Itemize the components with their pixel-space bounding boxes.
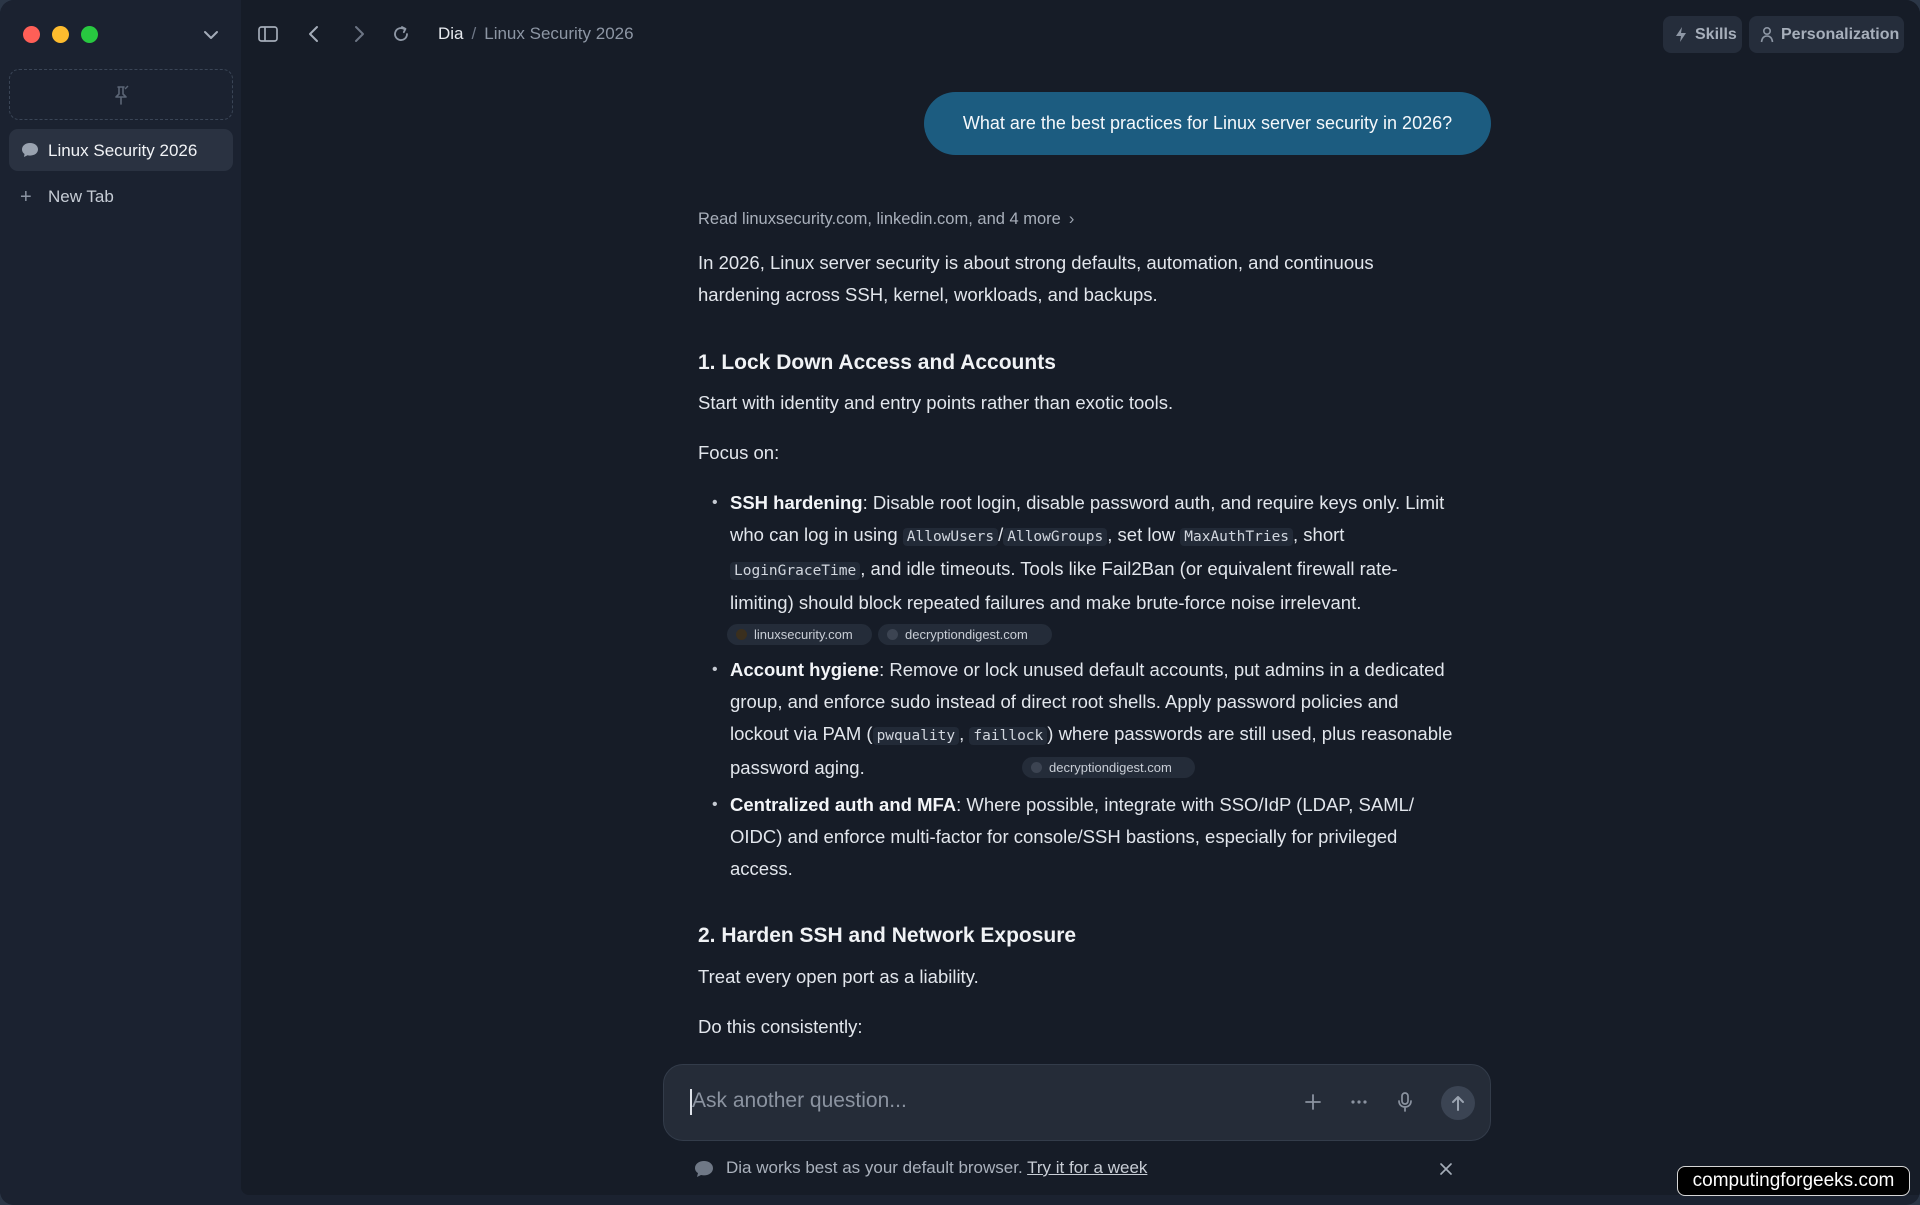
plus-icon[interactable] [1301,1090,1325,1119]
arrow-up-icon [1452,1096,1464,1111]
new-tab-label: New Tab [48,187,114,206]
inline-code: faillock [969,727,1048,745]
source-chip-label: decryptiondigest.com [1049,760,1172,775]
pinned-tabs-dropzone[interactable] [9,69,233,120]
sidebar-toggle-icon[interactable] [257,23,279,50]
answer-intro: In 2026, Linux server security is about … [698,247,1458,311]
user-message-bubble: What are the best practices for Linux se… [924,92,1491,155]
bullet-dot: • [712,661,718,678]
banner-text: Dia works best as your default browser. [726,1158,1023,1177]
item-title: SSH hardening [730,492,863,513]
section1-lead-text: Start with identity and entry points rat… [698,392,1174,413]
inline-code: AllowUsers [902,528,999,546]
section1-lead: Start with identity and entry points rat… [698,387,1458,419]
inline-code: LoginGraceTime [730,562,861,580]
person-icon [1760,26,1774,43]
section2-next: Do this consistently: [698,1011,1458,1043]
breadcrumb: Dia / Linux Security 2026 [438,24,634,44]
site-favicon-icon [1031,762,1042,773]
item-text: , [959,723,970,744]
ask-input-placeholder[interactable]: Ask another question... [692,1089,907,1113]
source-chip-label: linuxsecurity.com [754,627,853,642]
section2-lead: Treat every open port as a liability. [698,961,1458,993]
site-favicon-icon [736,629,747,640]
inline-code: AllowGroups [1003,528,1108,546]
pin-icon [115,85,129,105]
focus-text: Focus on: [698,442,780,463]
source-chip-label: decryptiondigest.com [905,627,1028,642]
personalization-button[interactable]: Personalization [1749,16,1904,53]
plus-icon: + [20,186,32,208]
chevron-right-icon: › [1068,210,1075,228]
sidebar-tab-linux-security[interactable]: Linux Security 2026 [9,129,233,171]
ask-input-box[interactable]: Ask another question... [663,1064,1491,1141]
source-chip-decryptiondigest[interactable]: decryptiondigest.com [878,624,1052,645]
sidebar: Linux Security 2026 + New Tab [0,0,241,1205]
lightning-icon [1676,27,1686,42]
bullet-dot: • [712,494,718,511]
breadcrumb-separator: / [471,24,477,43]
inline-code: pwquality [872,727,960,745]
breadcrumb-app[interactable]: Dia [438,24,464,43]
item-title: Centralized auth and MFA [730,794,957,815]
browser-window: Linux Security 2026 + New Tab Dia / Linux … [0,0,1920,1205]
list-item-ssh-hardening: SSH hardening: Disable root login, disab… [730,487,1460,619]
source-chip-linuxsecurity[interactable]: linuxsecurity.com [727,624,872,645]
item-title: Account hygiene [730,659,880,680]
forward-arrow-icon[interactable] [348,23,370,50]
reload-icon[interactable] [390,23,412,50]
try-it-link[interactable]: Try it for a week [1027,1158,1147,1177]
chat-bubble-icon [21,142,39,163]
list-item-centralized-auth: Centralized auth and MFA: Where possible… [730,789,1460,885]
close-icon[interactable] [1437,1160,1455,1183]
sources-summary[interactable]: Read linuxsecurity.com, linkedin.com, an… [698,210,1074,229]
send-button[interactable] [1441,1086,1475,1120]
zoom-window-button[interactable] [81,26,98,43]
microphone-icon[interactable] [1393,1090,1417,1119]
source-chip-decryptiondigest[interactable]: decryptiondigest.com [1022,757,1195,778]
back-arrow-icon[interactable] [303,23,325,50]
section-heading-2: 2. Harden SSH and Network Exposure [698,924,1077,947]
section-heading-1: 1. Lock Down Access and Accounts [698,351,1056,374]
item-text: , short [1293,524,1345,545]
skills-button[interactable]: Skills [1663,16,1742,53]
section1-focus: Focus on: [698,437,1458,469]
bullet-dot: • [712,796,718,813]
site-favicon-icon [887,629,898,640]
minimize-window-button[interactable] [52,26,69,43]
more-options-icon[interactable] [1347,1090,1371,1119]
section2-lead-text: Treat every open port as a liability. [698,966,979,987]
intro-text: In 2026, Linux server security is about … [698,252,1374,305]
watermark-label: computingforgeeks.com [1677,1166,1910,1196]
section2-next-text: Do this consistently: [698,1016,863,1037]
skills-label: Skills [1695,26,1737,43]
inline-code: MaxAuthTries [1180,528,1294,546]
close-window-button[interactable] [23,26,40,43]
chat-bubble-icon [694,1160,714,1183]
sources-summary-label: Read linuxsecurity.com, linkedin.com, an… [698,210,1061,228]
sidebar-tab-label: Linux Security 2026 [48,141,198,160]
breadcrumb-page: Linux Security 2026 [484,24,634,43]
item-text: , set low [1107,524,1181,545]
chevron-down-icon[interactable] [200,24,222,46]
personalization-label: Personalization [1781,26,1900,43]
